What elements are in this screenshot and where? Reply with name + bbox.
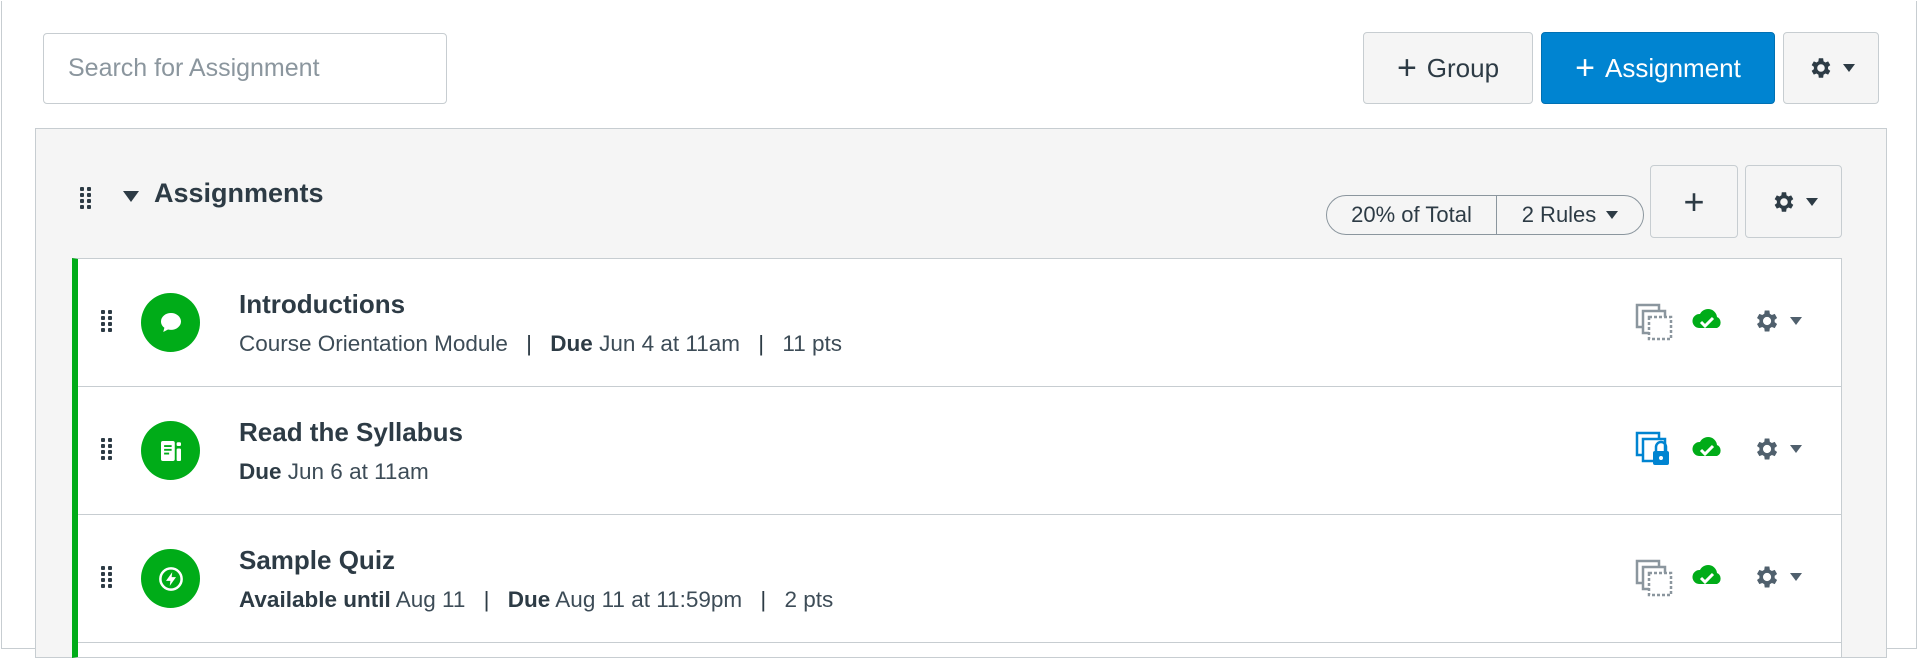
due-label: Due xyxy=(507,587,551,612)
gear-icon xyxy=(1757,310,1778,332)
add-assignment-button[interactable]: + Assignment xyxy=(1541,32,1775,104)
gear-icon xyxy=(1757,438,1778,460)
plus-icon: + xyxy=(1575,49,1595,87)
separator: | xyxy=(526,331,533,356)
assignment-title-link[interactable]: Sample Quiz xyxy=(239,545,395,576)
assignment-meta: Available until Aug 11 | Due Aug 11 at 1… xyxy=(239,587,833,613)
points: 11 pts xyxy=(782,331,842,356)
rules-dropdown[interactable]: 2 Rules xyxy=(1497,202,1643,228)
group-weight-rules: 20% of Total 2 Rules xyxy=(1326,195,1644,235)
due-label: Due xyxy=(550,331,593,356)
assignment-row[interactable]: Read the Syllabus Due Jun 6 at 11am xyxy=(78,387,1841,515)
chevron-down-icon xyxy=(1790,317,1802,325)
group-title: Assignments xyxy=(154,178,324,208)
assignment-row[interactable]: Sample Quiz Available until Aug 11 | Due… xyxy=(78,515,1841,643)
due-date: Jun 6 at 11am xyxy=(287,459,429,484)
separator: | xyxy=(758,331,765,356)
gear-icon xyxy=(1811,58,1831,78)
module-name: Course Orientation Module xyxy=(239,331,508,356)
add-to-group-button[interactable]: + xyxy=(1650,165,1738,238)
due-date: Jun 4 at 11am xyxy=(599,331,740,356)
group-settings-button[interactable] xyxy=(1745,165,1842,238)
drag-handle-icon[interactable] xyxy=(101,310,115,332)
chevron-down-icon xyxy=(1805,197,1818,206)
assignment-title-link[interactable]: Read the Syllabus xyxy=(239,417,463,448)
add-group-button[interactable]: + Group xyxy=(1363,32,1533,104)
assignment-list: Introductions Course Orientation Module … xyxy=(72,258,1842,658)
drag-handle-icon[interactable] xyxy=(80,187,94,209)
page-icon xyxy=(141,421,200,480)
published-cloud-icon[interactable] xyxy=(1690,561,1724,591)
chevron-down-icon xyxy=(1790,445,1802,453)
plus-icon: + xyxy=(1683,180,1705,222)
duplicate-locked-icon[interactable] xyxy=(1635,431,1673,469)
assignment-meta: Course Orientation Module | Due Jun 4 at… xyxy=(239,331,842,357)
due-date: Aug 11 at 11:59pm xyxy=(555,587,743,612)
points: 2 pts xyxy=(784,587,834,612)
plus-icon: + xyxy=(1396,49,1417,87)
chevron-down-icon xyxy=(1843,64,1855,72)
assignment-settings-button[interactable] xyxy=(1752,307,1802,335)
duplicate-icon[interactable] xyxy=(1635,303,1673,341)
add-assignment-label: Assignment xyxy=(1605,52,1741,83)
settings-menu-button[interactable] xyxy=(1783,32,1879,104)
drag-handle-icon[interactable] xyxy=(101,566,115,588)
collapse-caret-icon[interactable] xyxy=(123,191,139,202)
add-group-label: Group xyxy=(1426,52,1500,83)
gear-icon xyxy=(1757,566,1778,588)
chevron-down-icon xyxy=(1606,211,1619,219)
assignment-row[interactable]: Introductions Course Orientation Module … xyxy=(78,259,1841,387)
available-date: Aug 11 xyxy=(395,587,466,612)
separator: | xyxy=(760,587,767,612)
duplicate-icon[interactable] xyxy=(1635,559,1673,597)
published-cloud-icon[interactable] xyxy=(1690,433,1724,463)
quiz-icon xyxy=(141,549,200,608)
assignment-title-link[interactable]: Introductions xyxy=(239,289,405,320)
rules-label: 2 Rules xyxy=(1521,202,1597,227)
assignment-settings-button[interactable] xyxy=(1752,435,1802,463)
separator: | xyxy=(483,587,490,612)
gear-icon xyxy=(1774,191,1793,212)
assignment-meta: Due Jun 6 at 11am xyxy=(239,459,429,485)
search-input[interactable] xyxy=(43,33,447,104)
group-weight: 20% of Total xyxy=(1327,196,1497,234)
assignment-settings-button[interactable] xyxy=(1752,563,1802,591)
available-label: Available until xyxy=(239,587,391,612)
due-label: Due xyxy=(239,459,282,484)
chevron-down-icon xyxy=(1790,573,1802,581)
published-cloud-icon[interactable] xyxy=(1690,305,1724,335)
discussion-icon xyxy=(141,293,200,352)
drag-handle-icon[interactable] xyxy=(101,438,115,460)
